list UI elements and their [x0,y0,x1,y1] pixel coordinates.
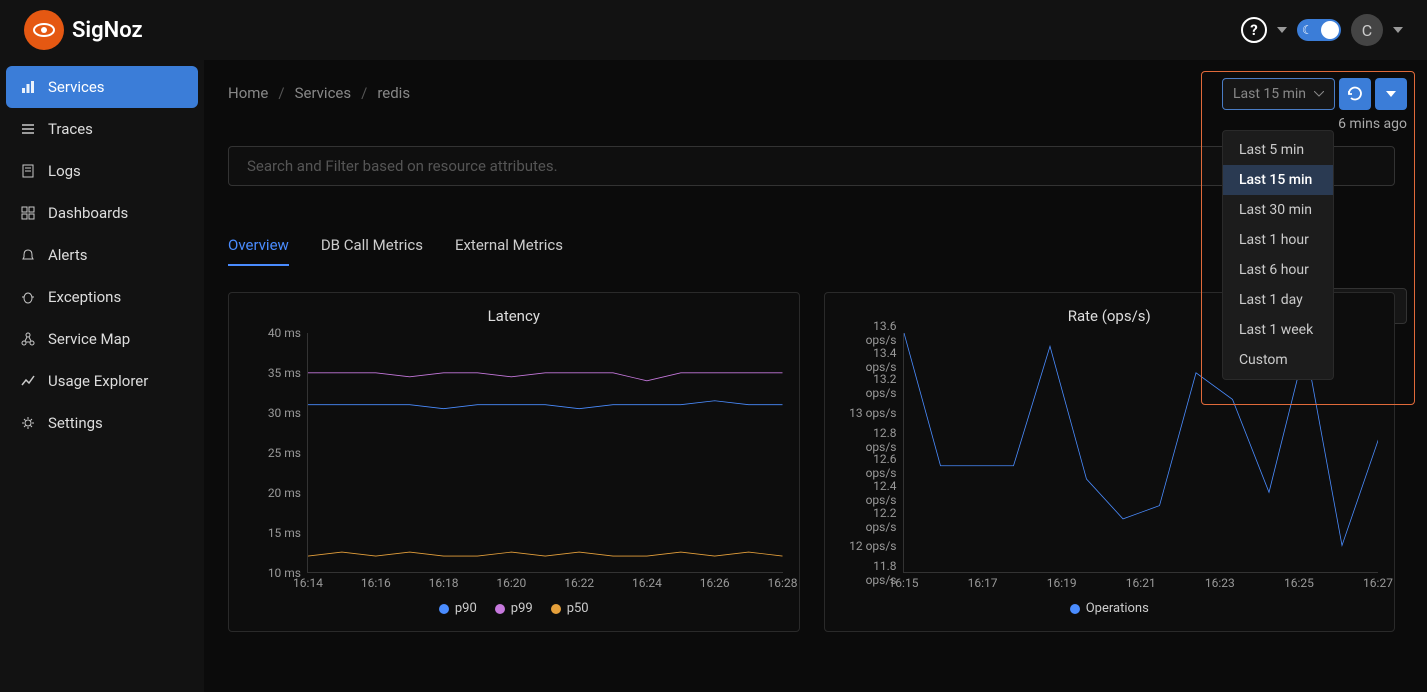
search-input[interactable]: Search and Filter based on resource attr… [228,146,1395,186]
sidebar-item-alerts[interactable]: Alerts [6,234,198,276]
sidebar-item-settings[interactable]: Settings [6,402,198,444]
sidebar-item-label: Alerts [48,246,88,264]
time-option[interactable]: Last 1 hour [1223,225,1333,255]
time-option[interactable]: Custom [1223,345,1333,375]
bug-icon [20,290,36,304]
chart-latency: Latency40 ms35 ms30 ms25 ms20 ms15 ms10 … [228,292,800,632]
time-option[interactable]: Last 5 min [1223,135,1333,165]
sidebar-item-logs[interactable]: Logs [6,150,198,192]
breadcrumb-current: redis [377,84,410,102]
chart-line-icon [20,374,36,388]
legend-item[interactable]: Operations [1070,601,1149,616]
refresh-dropdown-button[interactable] [1375,78,1407,110]
chart-bar-icon [20,80,36,94]
breadcrumb: Home / Services / redis [228,84,1395,102]
legend-item[interactable]: p99 [495,601,533,616]
sidebar-item-exceptions[interactable]: Exceptions [6,276,198,318]
sidebar-item-label: Service Map [48,330,130,348]
chart-title: Latency [245,307,783,325]
sidebar-item-label: Dashboards [48,204,128,222]
sidebar-item-usage-explorer[interactable]: Usage Explorer [6,360,198,402]
tab-external-metrics[interactable]: External Metrics [455,236,563,266]
sidebar-item-label: Exceptions [48,288,121,306]
sidebar: Services Traces Logs Dashboards Alerts Except… [0,60,204,692]
time-range-dropdown: Last 5 minLast 15 minLast 30 minLast 1 h… [1222,130,1334,380]
bell-icon [20,248,36,262]
refresh-button[interactable] [1339,78,1371,110]
legend-item[interactable]: p50 [551,601,589,616]
breadcrumb-home[interactable]: Home [228,84,268,102]
lines-icon [20,122,36,136]
app-logo[interactable]: SigNoz [24,10,143,50]
sidebar-item-label: Usage Explorer [48,372,148,390]
sidebar-item-services[interactable]: Services [6,66,198,108]
sidebar-item-label: Traces [48,120,93,138]
tabs: Overview DB Call Metrics External Metrics [228,236,1395,266]
sidebar-item-dashboards[interactable]: Dashboards [6,192,198,234]
help-dropdown-caret[interactable] [1277,27,1287,33]
avatar-dropdown-caret[interactable] [1393,27,1403,33]
sidebar-item-service-map[interactable]: Service Map [6,318,198,360]
sidebar-item-label: Settings [48,414,103,432]
legend-item[interactable]: p90 [439,601,477,616]
app-name: SigNoz [72,18,143,43]
time-option[interactable]: Last 1 week [1223,315,1333,345]
tab-overview[interactable]: Overview [228,236,289,266]
time-range-select[interactable]: Last 15 min [1222,78,1335,110]
time-option[interactable]: Last 6 hour [1223,255,1333,285]
sidebar-item-label: Logs [48,162,81,180]
time-option[interactable]: Last 15 min [1223,165,1333,195]
breadcrumb-services[interactable]: Services [295,84,352,102]
sidebar-item-traces[interactable]: Traces [6,108,198,150]
grid-icon [20,206,36,220]
network-icon [20,332,36,346]
time-option[interactable]: Last 30 min [1223,195,1333,225]
chart-legend: Operations [841,601,1379,616]
sidebar-item-label: Services [48,78,105,96]
gear-icon [20,416,36,430]
time-option[interactable]: Last 1 day [1223,285,1333,315]
tab-db-call-metrics[interactable]: DB Call Metrics [321,236,423,266]
chart-legend: p90 p99 p50 [245,601,783,616]
theme-toggle[interactable]: ☾ [1297,19,1341,41]
doc-icon [20,164,36,178]
help-icon[interactable]: ? [1241,17,1267,43]
logo-eye-icon [24,10,64,50]
avatar[interactable]: C [1351,14,1383,46]
